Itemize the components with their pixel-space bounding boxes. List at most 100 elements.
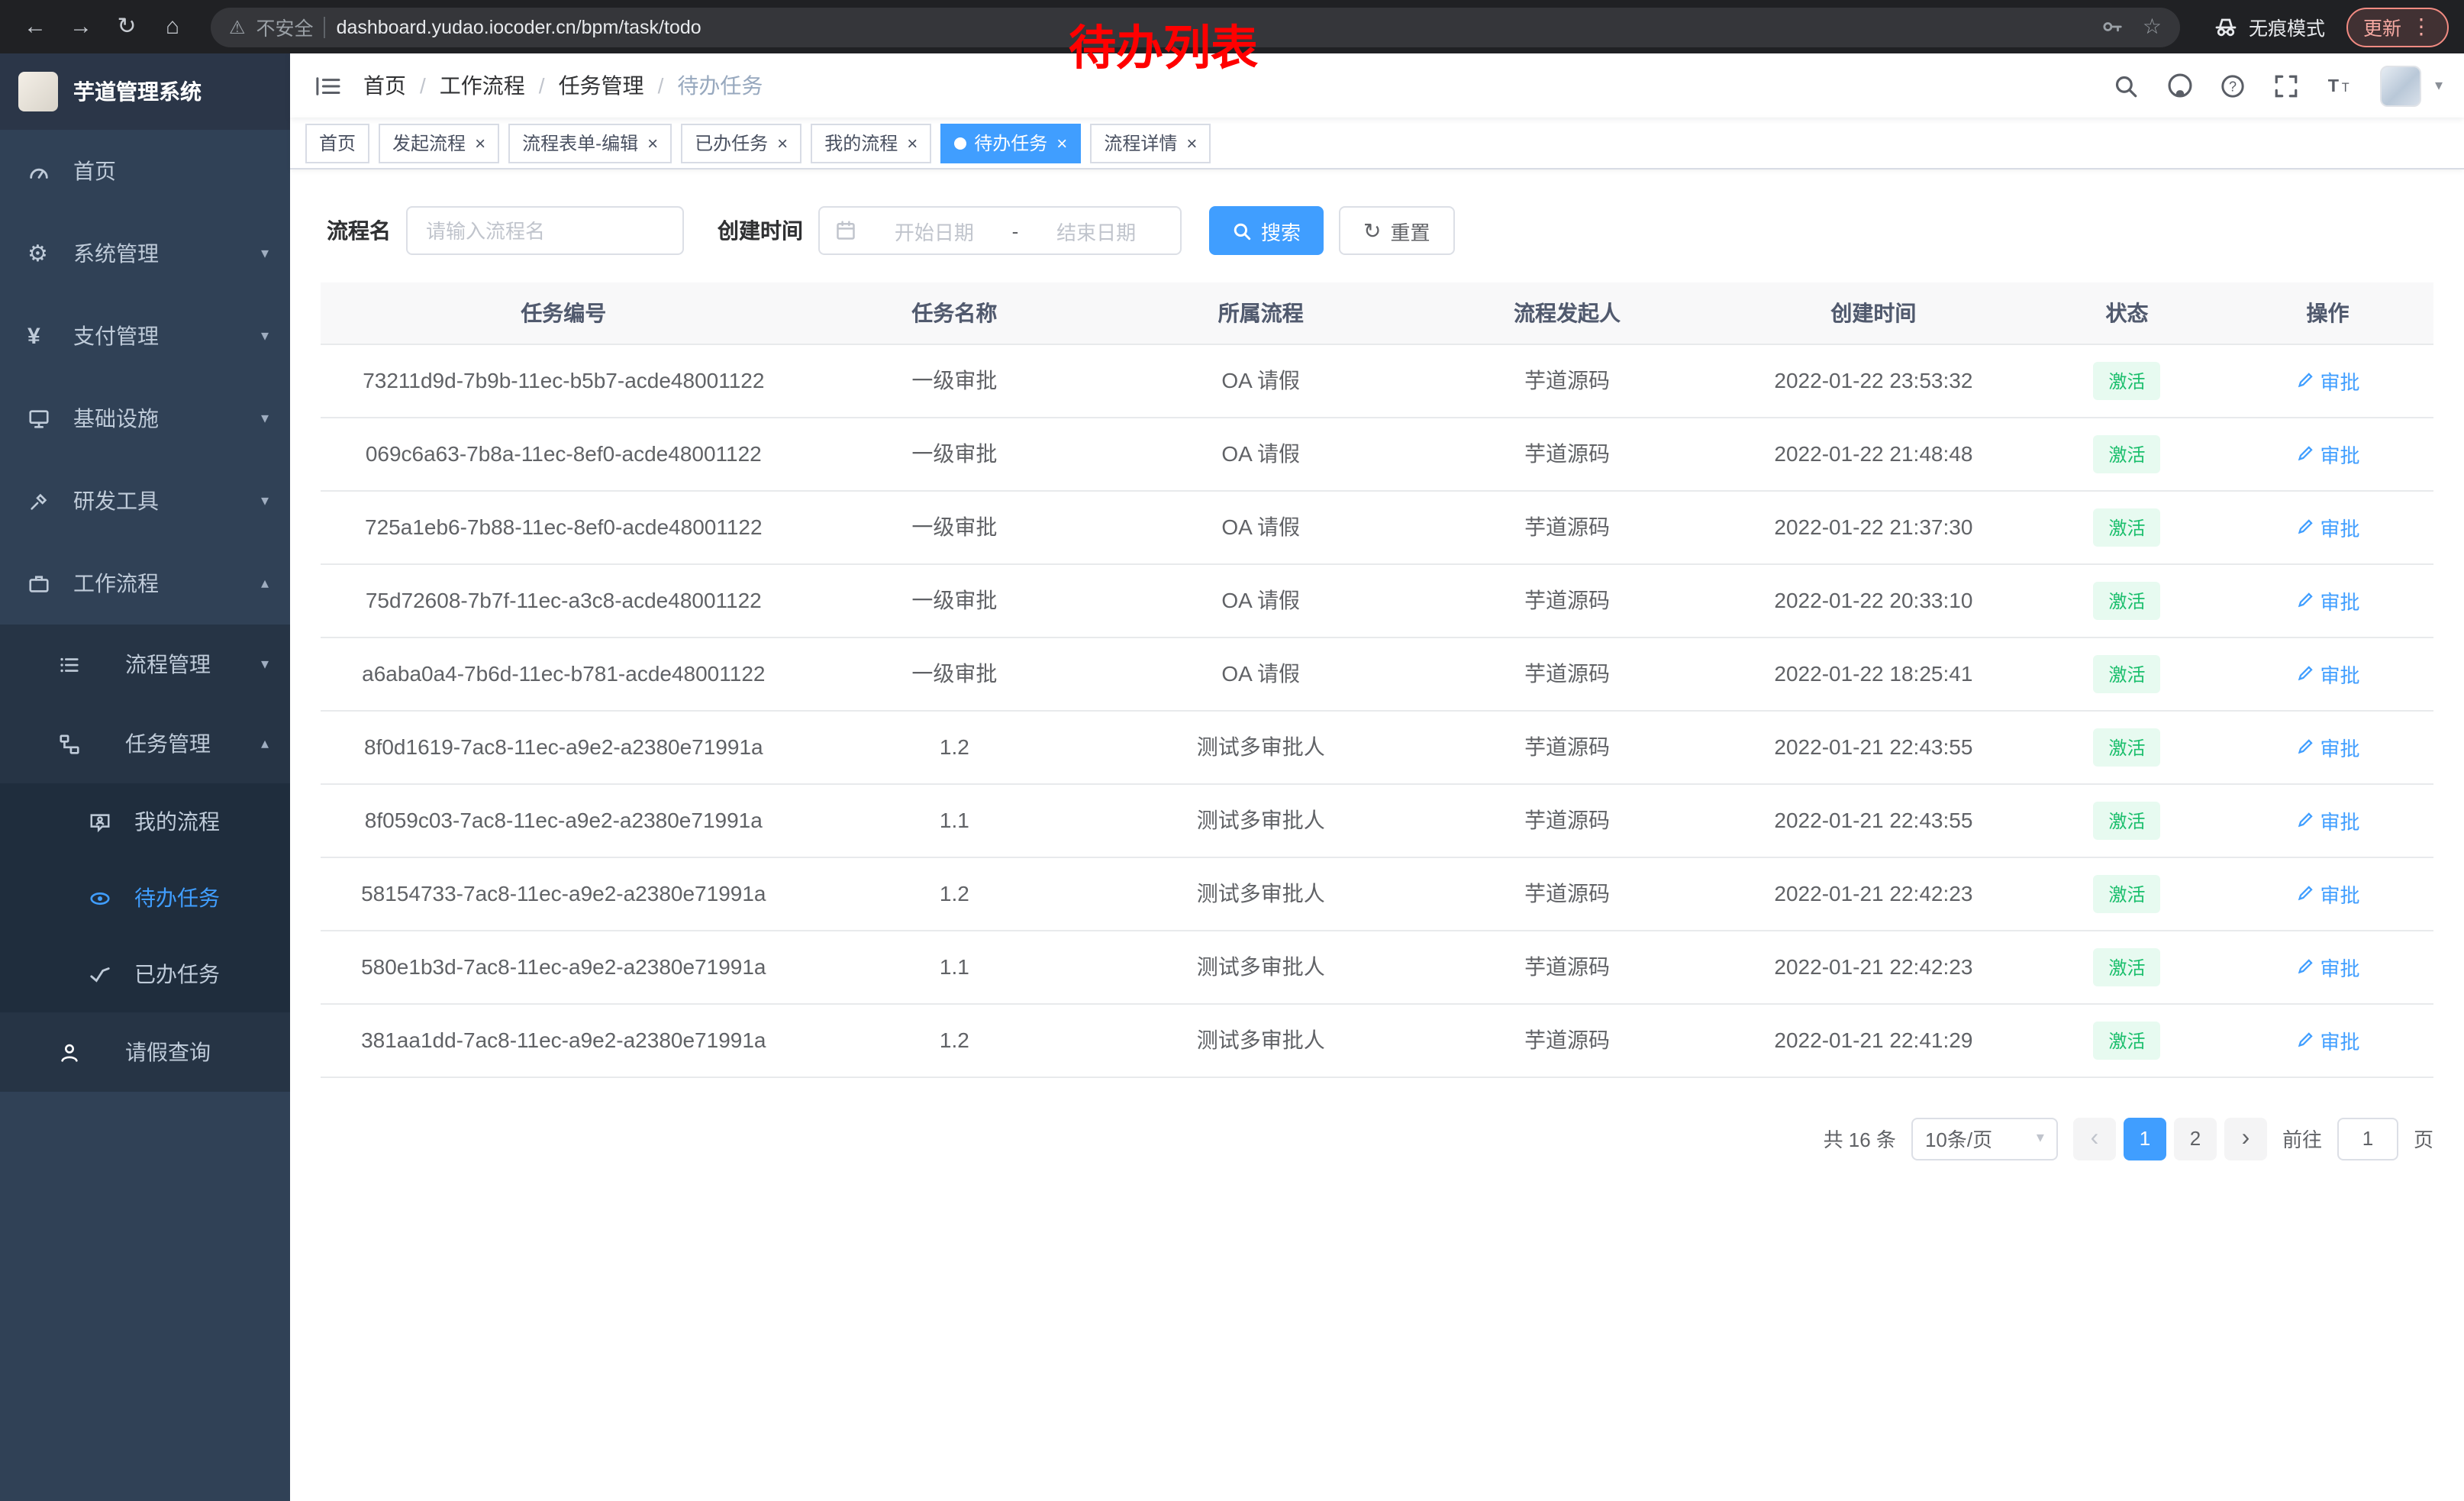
sidebar-item-process-management[interactable]: 流程管理 ▾	[0, 625, 290, 704]
search-button[interactable]: 搜索	[1209, 206, 1324, 255]
sidebar-item-leave-query[interactable]: 请假查询	[0, 1012, 290, 1092]
approve-link[interactable]: 审批	[2296, 659, 2360, 688]
approve-link[interactable]: 审批	[2296, 952, 2360, 981]
eye-icon	[89, 886, 125, 909]
sidebar-item-label: 请假查询	[125, 1037, 211, 1067]
approve-link[interactable]: 审批	[2296, 732, 2360, 761]
tab-start-process[interactable]: 发起流程×	[379, 123, 499, 163]
fullscreen-icon[interactable]	[2273, 72, 2301, 99]
cell-initiator: 芋道源码	[1419, 344, 1715, 417]
close-icon[interactable]: ×	[777, 134, 788, 152]
edit-icon	[2296, 518, 2314, 536]
tab-home[interactable]: 首页	[305, 123, 369, 163]
chevron-down-icon[interactable]: ▾	[2435, 77, 2443, 94]
sidebar-item-infrastructure[interactable]: 基础设施 ▾	[0, 377, 290, 460]
browser-menu-icon[interactable]: ⋮	[2411, 14, 2432, 40]
cell-task-name: 1.1	[807, 783, 1103, 857]
approve-link[interactable]: 审批	[2296, 439, 2360, 468]
cell-task-name: 一级审批	[807, 490, 1103, 563]
approve-link[interactable]: 审批	[2296, 512, 2360, 541]
close-icon[interactable]: ×	[1186, 134, 1197, 152]
page-button-2[interactable]: 2	[2174, 1117, 2217, 1160]
sidebar-item-workflow[interactable]: 工作流程 ▴	[0, 542, 290, 625]
reset-button-label: 重置	[1391, 216, 1430, 245]
tab-process-form-edit[interactable]: 流程表单-编辑×	[508, 123, 672, 163]
cell-create-time: 2022-01-22 21:48:48	[1715, 417, 2032, 490]
cell-initiator: 芋道源码	[1419, 710, 1715, 783]
cell-create-time: 2022-01-22 18:25:41	[1715, 637, 2032, 710]
chevron-up-icon: ▴	[261, 735, 269, 752]
date-separator: -	[1012, 219, 1019, 242]
sidebar-item-payment[interactable]: ¥ 支付管理 ▾	[0, 295, 290, 377]
sidebar-menu: 首页 ⚙ 系统管理 ▾ ¥ 支付管理 ▾ 基础设施 ▾	[0, 130, 290, 1092]
col-create-time: 创建时间	[1715, 282, 2032, 344]
date-range-picker[interactable]: 开始日期 - 结束日期	[818, 206, 1182, 255]
tab-done-tasks[interactable]: 已办任务×	[681, 123, 801, 163]
bookmark-star-icon[interactable]: ☆	[2143, 14, 2162, 40]
page-button-1[interactable]: 1	[2124, 1117, 2166, 1160]
breadcrumb-task-management[interactable]: 任务管理	[559, 70, 644, 101]
approve-link[interactable]: 审批	[2296, 366, 2360, 395]
search-icon	[1232, 221, 1252, 240]
tab-process-detail[interactable]: 流程详情×	[1090, 123, 1211, 163]
sidebar-item-todo-tasks[interactable]: 待办任务	[0, 860, 290, 936]
reset-button[interactable]: ↻ 重置	[1339, 206, 1455, 255]
github-icon[interactable]	[2166, 72, 2194, 99]
breadcrumb-separator: /	[420, 73, 426, 98]
next-page-button[interactable]: ›	[2224, 1117, 2267, 1160]
forward-icon[interactable]: →	[61, 7, 101, 47]
back-icon[interactable]: ←	[15, 7, 55, 47]
cell-process: 测试多审批人	[1102, 1003, 1419, 1077]
sidebar-item-my-process[interactable]: 我的流程	[0, 783, 290, 860]
active-dot	[954, 137, 966, 149]
approve-link[interactable]: 审批	[2296, 586, 2360, 615]
end-date-placeholder: 结束日期	[1027, 216, 1165, 245]
approve-link[interactable]: 审批	[2296, 879, 2360, 908]
cell-initiator: 芋道源码	[1419, 490, 1715, 563]
cell-create-time: 2022-01-22 21:37:30	[1715, 490, 2032, 563]
status-tag: 激活	[2094, 654, 2161, 692]
close-icon[interactable]: ×	[647, 134, 658, 152]
sidebar-item-label: 任务管理	[125, 728, 211, 759]
approve-link[interactable]: 审批	[2296, 805, 2360, 834]
sidebar-item-task-management[interactable]: 任务管理 ▴	[0, 704, 290, 783]
app-logo-row[interactable]: 芋道管理系统	[0, 53, 290, 130]
process-name-input[interactable]	[406, 206, 684, 255]
breadcrumb-home[interactable]: 首页	[363, 70, 406, 101]
help-icon[interactable]: ?	[2220, 72, 2247, 99]
password-key-icon[interactable]	[2101, 15, 2124, 38]
annotation-text: 待办列表	[1069, 9, 1258, 78]
workflow-icon	[27, 572, 64, 595]
sidebar-item-system[interactable]: ⚙ 系统管理 ▾	[0, 212, 290, 295]
sidebar-item-devtools[interactable]: 研发工具 ▾	[0, 460, 290, 542]
close-icon[interactable]: ×	[1056, 134, 1067, 152]
update-button[interactable]: 更新 ⋮	[2346, 7, 2449, 47]
chevron-down-icon: ▾	[261, 656, 269, 673]
goto-label: 前往	[2282, 1124, 2322, 1153]
sidebar-item-home[interactable]: 首页	[0, 130, 290, 212]
status-tag: 激活	[2094, 508, 2161, 546]
cell-status: 激活	[2032, 783, 2222, 857]
page-size-select[interactable]: 10条/页 ▾	[1911, 1117, 2058, 1160]
font-size-icon[interactable]: TT	[2327, 72, 2354, 99]
sidebar-item-label: 首页	[73, 156, 116, 186]
tab-todo-tasks[interactable]: 待办任务×	[940, 123, 1081, 163]
close-icon[interactable]: ×	[907, 134, 918, 152]
svg-text:T: T	[2342, 81, 2350, 95]
sidebar-item-done-tasks[interactable]: 已办任务	[0, 936, 290, 1012]
search-icon[interactable]	[2113, 72, 2140, 99]
approve-link[interactable]: 审批	[2296, 1025, 2360, 1054]
close-icon[interactable]: ×	[475, 134, 485, 152]
sidebar-collapse-icon[interactable]	[311, 70, 342, 101]
tab-my-process[interactable]: 我的流程×	[811, 123, 931, 163]
reload-icon[interactable]: ↻	[107, 7, 147, 47]
avatar[interactable]	[2380, 65, 2421, 106]
col-initiator: 流程发起人	[1419, 282, 1715, 344]
incognito-label: 无痕模式	[2249, 12, 2325, 41]
home-icon[interactable]: ⌂	[153, 7, 192, 47]
goto-page-input[interactable]	[2337, 1117, 2398, 1160]
prev-page-button[interactable]: ‹	[2073, 1117, 2116, 1160]
col-task-name: 任务名称	[807, 282, 1103, 344]
approve-link-label: 审批	[2320, 366, 2360, 395]
breadcrumb-workflow[interactable]: 工作流程	[440, 70, 525, 101]
